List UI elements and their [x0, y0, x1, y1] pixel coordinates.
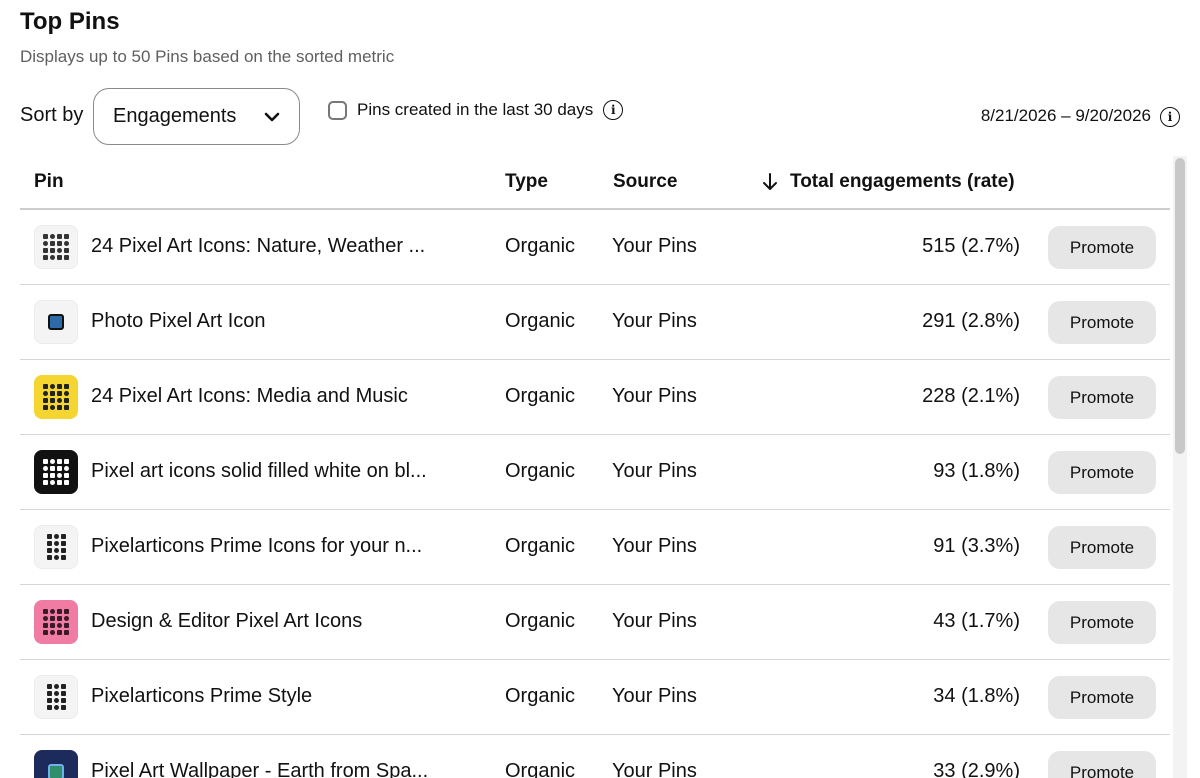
table-row[interactable]: Pixel art icons solid filled white on bl…: [20, 435, 1170, 510]
table-row[interactable]: Photo Pixel Art Icon Organic Your Pins 291 …: [20, 285, 1170, 360]
engagement-metric: 515 (2.7%): [922, 235, 1020, 257]
promote-button[interactable]: Promote: [1048, 451, 1156, 494]
engagement-metric: 228 (2.1%): [922, 385, 1020, 407]
promote-button[interactable]: Promote: [1048, 751, 1156, 778]
pin-title[interactable]: Design & Editor Pixel Art Icons: [91, 610, 362, 633]
pin-source: Your Pins: [612, 235, 697, 257]
pin-type: Organic: [505, 535, 576, 557]
top-pins-table: Pin Type Source Total engagements (rate)…: [20, 152, 1170, 778]
table-row[interactable]: Pixelarticons Prime Icons for your n... O…: [20, 510, 1170, 585]
engagement-metric: 34 (1.8%): [933, 685, 1020, 707]
pin-title[interactable]: Pixel art icons solid filled white on bl…: [91, 460, 427, 483]
pin-source: Your Pins: [612, 685, 697, 707]
earth-wallpaper-icon[interactable]: [34, 750, 78, 778]
promote-button[interactable]: Promote: [1048, 226, 1156, 269]
date-range: 8/21/2026 – 9/20/2026: [980, 106, 1151, 125]
promote-button[interactable]: Promote: [1048, 301, 1156, 344]
column-header-pin: Pin: [34, 171, 64, 192]
column-header-total-label: Total engagements (rate): [790, 171, 1015, 192]
pixel-icons-grid-white-icon[interactable]: [34, 525, 78, 569]
page-subtitle: Displays up to 50 Pins based on the sort…: [20, 47, 395, 66]
sort-descending-arrow-icon: [761, 172, 779, 192]
recent-pins-label[interactable]: Pins created in the last 30 days: [357, 100, 593, 120]
engagement-metric: 291 (2.8%): [922, 310, 1020, 332]
page-title: Top Pins: [20, 8, 120, 35]
info-icon[interactable]: i: [603, 100, 624, 120]
chevron-down-icon: [263, 108, 281, 126]
pin-source: Your Pins: [612, 610, 697, 632]
pin-type: Organic: [505, 610, 576, 632]
photo-pixel-icon[interactable]: [34, 300, 78, 344]
pin-type: Organic: [505, 235, 576, 257]
pixel-icons-grid-pink-icon[interactable]: [34, 600, 78, 644]
table-row[interactable]: Pixelarticons Prime Style Organic Your Pin…: [20, 660, 1170, 735]
pin-type: Organic: [505, 760, 576, 778]
pin-type: Organic: [505, 310, 576, 332]
column-header-type: Type: [505, 171, 548, 192]
engagement-metric: 43 (1.7%): [933, 610, 1020, 632]
pin-title[interactable]: Pixelarticons Prime Style: [91, 685, 312, 708]
table-header: Pin Type Source Total engagements (rate): [20, 152, 1170, 210]
promote-button[interactable]: Promote: [1048, 376, 1156, 419]
promote-button[interactable]: Promote: [1048, 526, 1156, 569]
sort-by-value: Engagements: [113, 105, 237, 127]
column-header-total-engagements[interactable]: Total engagements (rate): [761, 171, 1015, 193]
scrollbar[interactable]: [1173, 156, 1187, 778]
pin-title[interactable]: 24 Pixel Art Icons: Nature, Weather ...: [91, 235, 425, 258]
scrollbar-thumb[interactable]: [1175, 158, 1185, 454]
pin-title[interactable]: Pixelarticons Prime Icons for your n...: [91, 535, 422, 558]
recent-pins-checkbox[interactable]: [328, 100, 347, 120]
pixel-icons-grid-white-icon[interactable]: [34, 225, 78, 269]
date-info-icon[interactable]: i: [1160, 107, 1180, 127]
pin-source: Your Pins: [612, 535, 697, 557]
pin-source: Your Pins: [612, 760, 697, 778]
pixel-icons-grid-yellow-icon[interactable]: [34, 375, 78, 419]
sort-by-dropdown[interactable]: Engagements: [93, 88, 300, 145]
pin-title[interactable]: Pixel Art Wallpaper - Earth from Spa...: [91, 760, 428, 778]
pin-source: Your Pins: [612, 460, 697, 482]
engagement-metric: 93 (1.8%): [933, 460, 1020, 482]
engagement-metric: 33 (2.9%): [933, 760, 1020, 778]
promote-button[interactable]: Promote: [1048, 676, 1156, 719]
pin-type: Organic: [505, 685, 576, 707]
pin-title[interactable]: 24 Pixel Art Icons: Media and Music: [91, 385, 408, 408]
table-row[interactable]: 24 Pixel Art Icons: Nature, Weather ... O…: [20, 210, 1170, 285]
sort-by-label: Sort by: [20, 104, 84, 126]
promote-button[interactable]: Promote: [1048, 601, 1156, 644]
pixel-icons-grid-white-icon[interactable]: [34, 675, 78, 719]
table-row[interactable]: 24 Pixel Art Icons: Media and Music Organ…: [20, 360, 1170, 435]
recent-pins-filter: Pins created in the last 30 days i: [328, 100, 624, 120]
table-row[interactable]: Pixel Art Wallpaper - Earth from Spa... O…: [20, 735, 1170, 778]
engagement-metric: 91 (3.3%): [933, 535, 1020, 557]
column-header-source: Source: [613, 171, 678, 192]
pixel-icons-grid-black-icon[interactable]: [34, 450, 78, 494]
pin-title[interactable]: Photo Pixel Art Icon: [91, 310, 266, 333]
pin-type: Organic: [505, 460, 576, 482]
pin-type: Organic: [505, 385, 576, 407]
pin-source: Your Pins: [612, 385, 697, 407]
table-body: 24 Pixel Art Icons: Nature, Weather ... O…: [20, 210, 1170, 778]
table-row[interactable]: Design & Editor Pixel Art Icons Organic Yo…: [20, 585, 1170, 660]
pin-source: Your Pins: [612, 310, 697, 332]
